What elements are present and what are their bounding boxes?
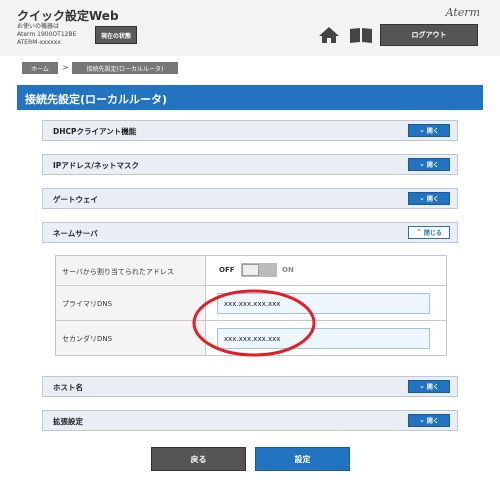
primary-dns-label: プライマリDNS — [62, 300, 113, 308]
label-cell: サーバから割り当てられたアドレス — [56, 256, 206, 285]
label-cell: セカンダリDNS — [56, 321, 206, 355]
expand-label: 開く — [426, 418, 439, 425]
toggle-off-label: OFF — [219, 266, 235, 274]
breadcrumb-home[interactable]: ホーム — [22, 62, 58, 74]
expand-button[interactable]: ⌄ 開く — [408, 192, 450, 205]
expand-label: 開く — [426, 196, 439, 203]
section-title: IPアドレス/ネットマスク — [53, 161, 140, 170]
toggle-knob — [242, 264, 259, 276]
expand-button[interactable]: ⌄ 開く — [408, 380, 450, 393]
secondary-dns-label: セカンダリDNS — [62, 335, 113, 343]
device-model: Aterm 1900OT12BE — [17, 31, 77, 38]
section-title: ホスト名 — [53, 383, 83, 392]
section-ip-netmask[interactable]: IPアドレス/ネットマスク ⌄ 開く — [42, 154, 458, 175]
collapse-label: 閉じる — [423, 230, 442, 237]
section-host-name[interactable]: ホスト名 ⌄ 開く — [42, 376, 458, 397]
current-status-button[interactable]: 現在の状態 — [95, 26, 137, 44]
collapse-button[interactable]: ⌃ 閉じる — [408, 226, 450, 239]
section-dhcp-client[interactable]: DHCPクライアント機能 ⌄ 開く — [42, 120, 458, 141]
page-title-bar: 接続先設定(ローカルルータ) — [17, 85, 483, 110]
app-title: クイック設定Web — [17, 9, 119, 23]
chevron-down-icon: ⌄ — [419, 416, 425, 424]
section-title: DHCPクライアント機能 — [53, 127, 137, 136]
primary-dns-input[interactable] — [217, 293, 430, 314]
auto-assign-toggle[interactable] — [241, 263, 277, 277]
chevron-down-icon: ⌄ — [419, 126, 425, 134]
device-info: お使いの機器は Aterm 1900OT12BE ATERM-xxxxxx — [17, 23, 76, 47]
brand-logo: Aterm — [445, 6, 480, 19]
expand-label: 開く — [426, 162, 439, 169]
section-title: ネームサーバ — [53, 229, 98, 238]
breadcrumb-current: 接続先設定(ローカルルータ) — [72, 62, 178, 74]
book-icon[interactable] — [349, 26, 373, 44]
section-gateway[interactable]: ゲートウェイ ⌄ 開く — [42, 188, 458, 209]
expand-button[interactable]: ⌄ 開く — [408, 414, 450, 427]
expand-label: 開く — [426, 384, 439, 391]
section-title: ゲートウェイ — [53, 195, 98, 204]
section-advanced[interactable]: 拡張設定 ⌄ 開く — [42, 410, 458, 431]
chevron-up-icon: ⌃ — [416, 228, 422, 236]
chevron-down-icon: ⌄ — [419, 194, 425, 202]
expand-label: 開く — [426, 128, 439, 135]
expand-button[interactable]: ⌄ 開く — [408, 124, 450, 137]
label-cell: プライマリDNS — [56, 286, 206, 320]
submit-button[interactable]: 設定 — [255, 447, 350, 471]
page-title: 接続先設定(ローカルルータ) — [25, 93, 168, 106]
device-info-line: お使いの機器は — [17, 23, 60, 30]
breadcrumb-separator: > — [62, 63, 69, 72]
expand-button[interactable]: ⌄ 開く — [408, 158, 450, 171]
auto-assign-label: サーバから割り当てられたアドレス — [62, 268, 174, 276]
toggle-on-label: ON — [282, 266, 294, 274]
auto-assign-row: サーバから割り当てられたアドレス OFF ON — [55, 255, 447, 286]
header: クイック設定Web お使いの機器は Aterm 1900OT12BE ATERM… — [0, 0, 500, 56]
secondary-dns-input[interactable] — [217, 328, 430, 349]
back-button[interactable]: 戻る — [151, 447, 246, 471]
device-name: ATERM-xxxxxx — [17, 39, 61, 46]
secondary-dns-row: セカンダリDNS — [55, 321, 447, 356]
logout-button[interactable]: ログアウト — [380, 24, 478, 46]
section-name-server[interactable]: ネームサーバ ⌃ 閉じる — [42, 222, 458, 243]
home-icon[interactable] — [318, 26, 340, 44]
primary-dns-row: プライマリDNS — [55, 286, 447, 321]
section-title: 拡張設定 — [53, 417, 83, 426]
chevron-down-icon: ⌄ — [419, 382, 425, 390]
chevron-down-icon: ⌄ — [419, 160, 425, 168]
